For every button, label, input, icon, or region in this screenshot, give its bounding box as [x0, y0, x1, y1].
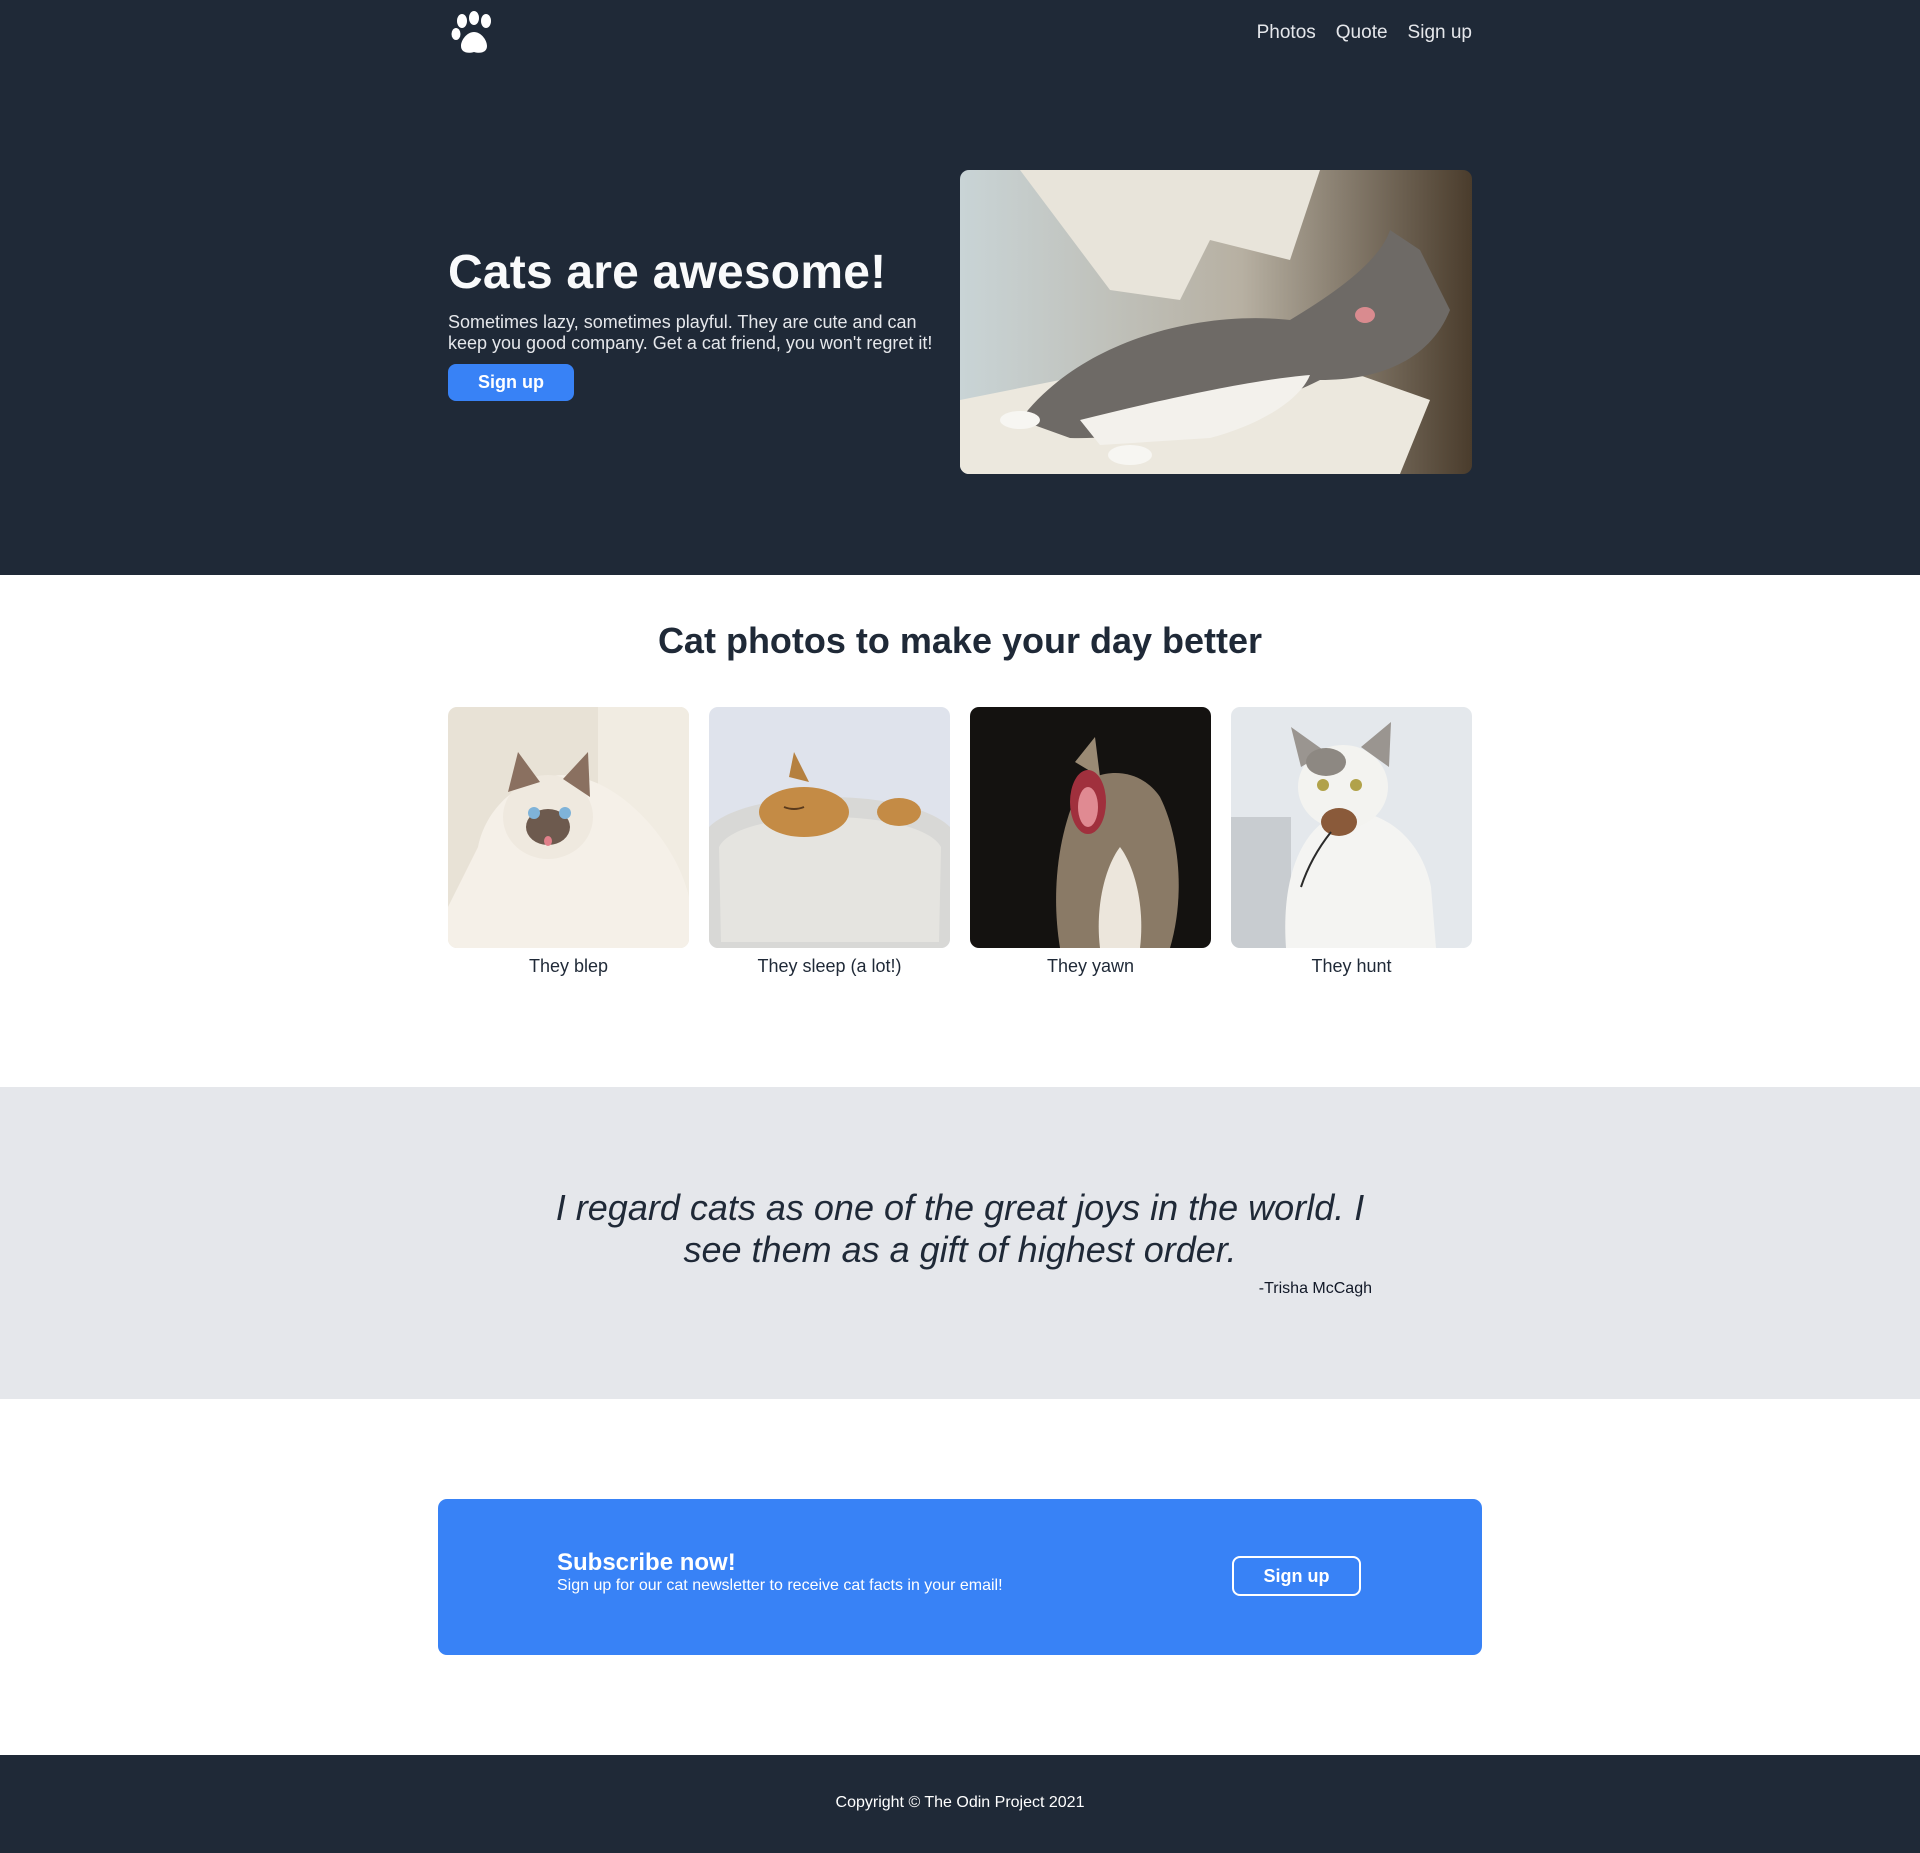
cat-photo-blep [448, 707, 689, 948]
subscribe-banner: Subscribe now! Sign up for our cat newsl… [438, 1499, 1482, 1655]
subscribe-sign-up-button[interactable]: Sign up [1232, 1556, 1361, 1596]
paw-icon[interactable] [448, 8, 500, 60]
hero-cat-image [960, 170, 1472, 474]
quote-author: -Trisha McCagh [1258, 1280, 1372, 1297]
photos-title: Cat photos to make your day better [657, 620, 1263, 661]
subscribe-title: Subscribe now! [557, 1549, 736, 1576]
hero-sign-up-button[interactable]: Sign up [448, 364, 574, 401]
hero-title: Cats are awesome! [448, 246, 887, 299]
photo-caption: They yawn [1046, 956, 1135, 976]
cat-photo-yawn [970, 707, 1211, 948]
photo-card: They blep [448, 707, 689, 977]
hero-subtitle: Sometimes lazy, sometimes playful. They … [448, 312, 933, 353]
photo-card: They yawn [970, 707, 1211, 977]
cat-photo-hunt [1231, 707, 1472, 948]
photo-card: They hunt [1231, 707, 1472, 977]
photo-caption: They hunt [1311, 956, 1392, 976]
copyright-text: Copyright © The Odin Project 2021 [835, 1794, 1085, 1811]
photo-caption: They sleep (a lot!) [757, 956, 902, 976]
nav-link-sign-up[interactable]: Sign up [1408, 22, 1472, 44]
photo-card: They sleep (a lot!) [709, 707, 950, 977]
nav-link-quote[interactable]: Quote [1336, 22, 1388, 44]
photo-caption: They blep [528, 956, 609, 976]
hero-section: Photos Quote Sign up Cats are awesome! S… [0, 0, 1920, 575]
cat-photo-sleep [709, 707, 950, 948]
subscribe-subtitle: Sign up for our cat newsletter to receiv… [557, 1577, 1003, 1594]
footer: Copyright © The Odin Project 2021 [0, 1755, 1920, 1853]
quote-text: I regard cats as one of the great joys i… [555, 1187, 1365, 1270]
nav-link-photos[interactable]: Photos [1257, 22, 1316, 44]
quote-section: I regard cats as one of the great joys i… [0, 1087, 1920, 1399]
main-nav: Photos Quote Sign up [1257, 22, 1472, 44]
hero-text: Cats are awesome! Sometimes lazy, someti… [448, 244, 938, 401]
